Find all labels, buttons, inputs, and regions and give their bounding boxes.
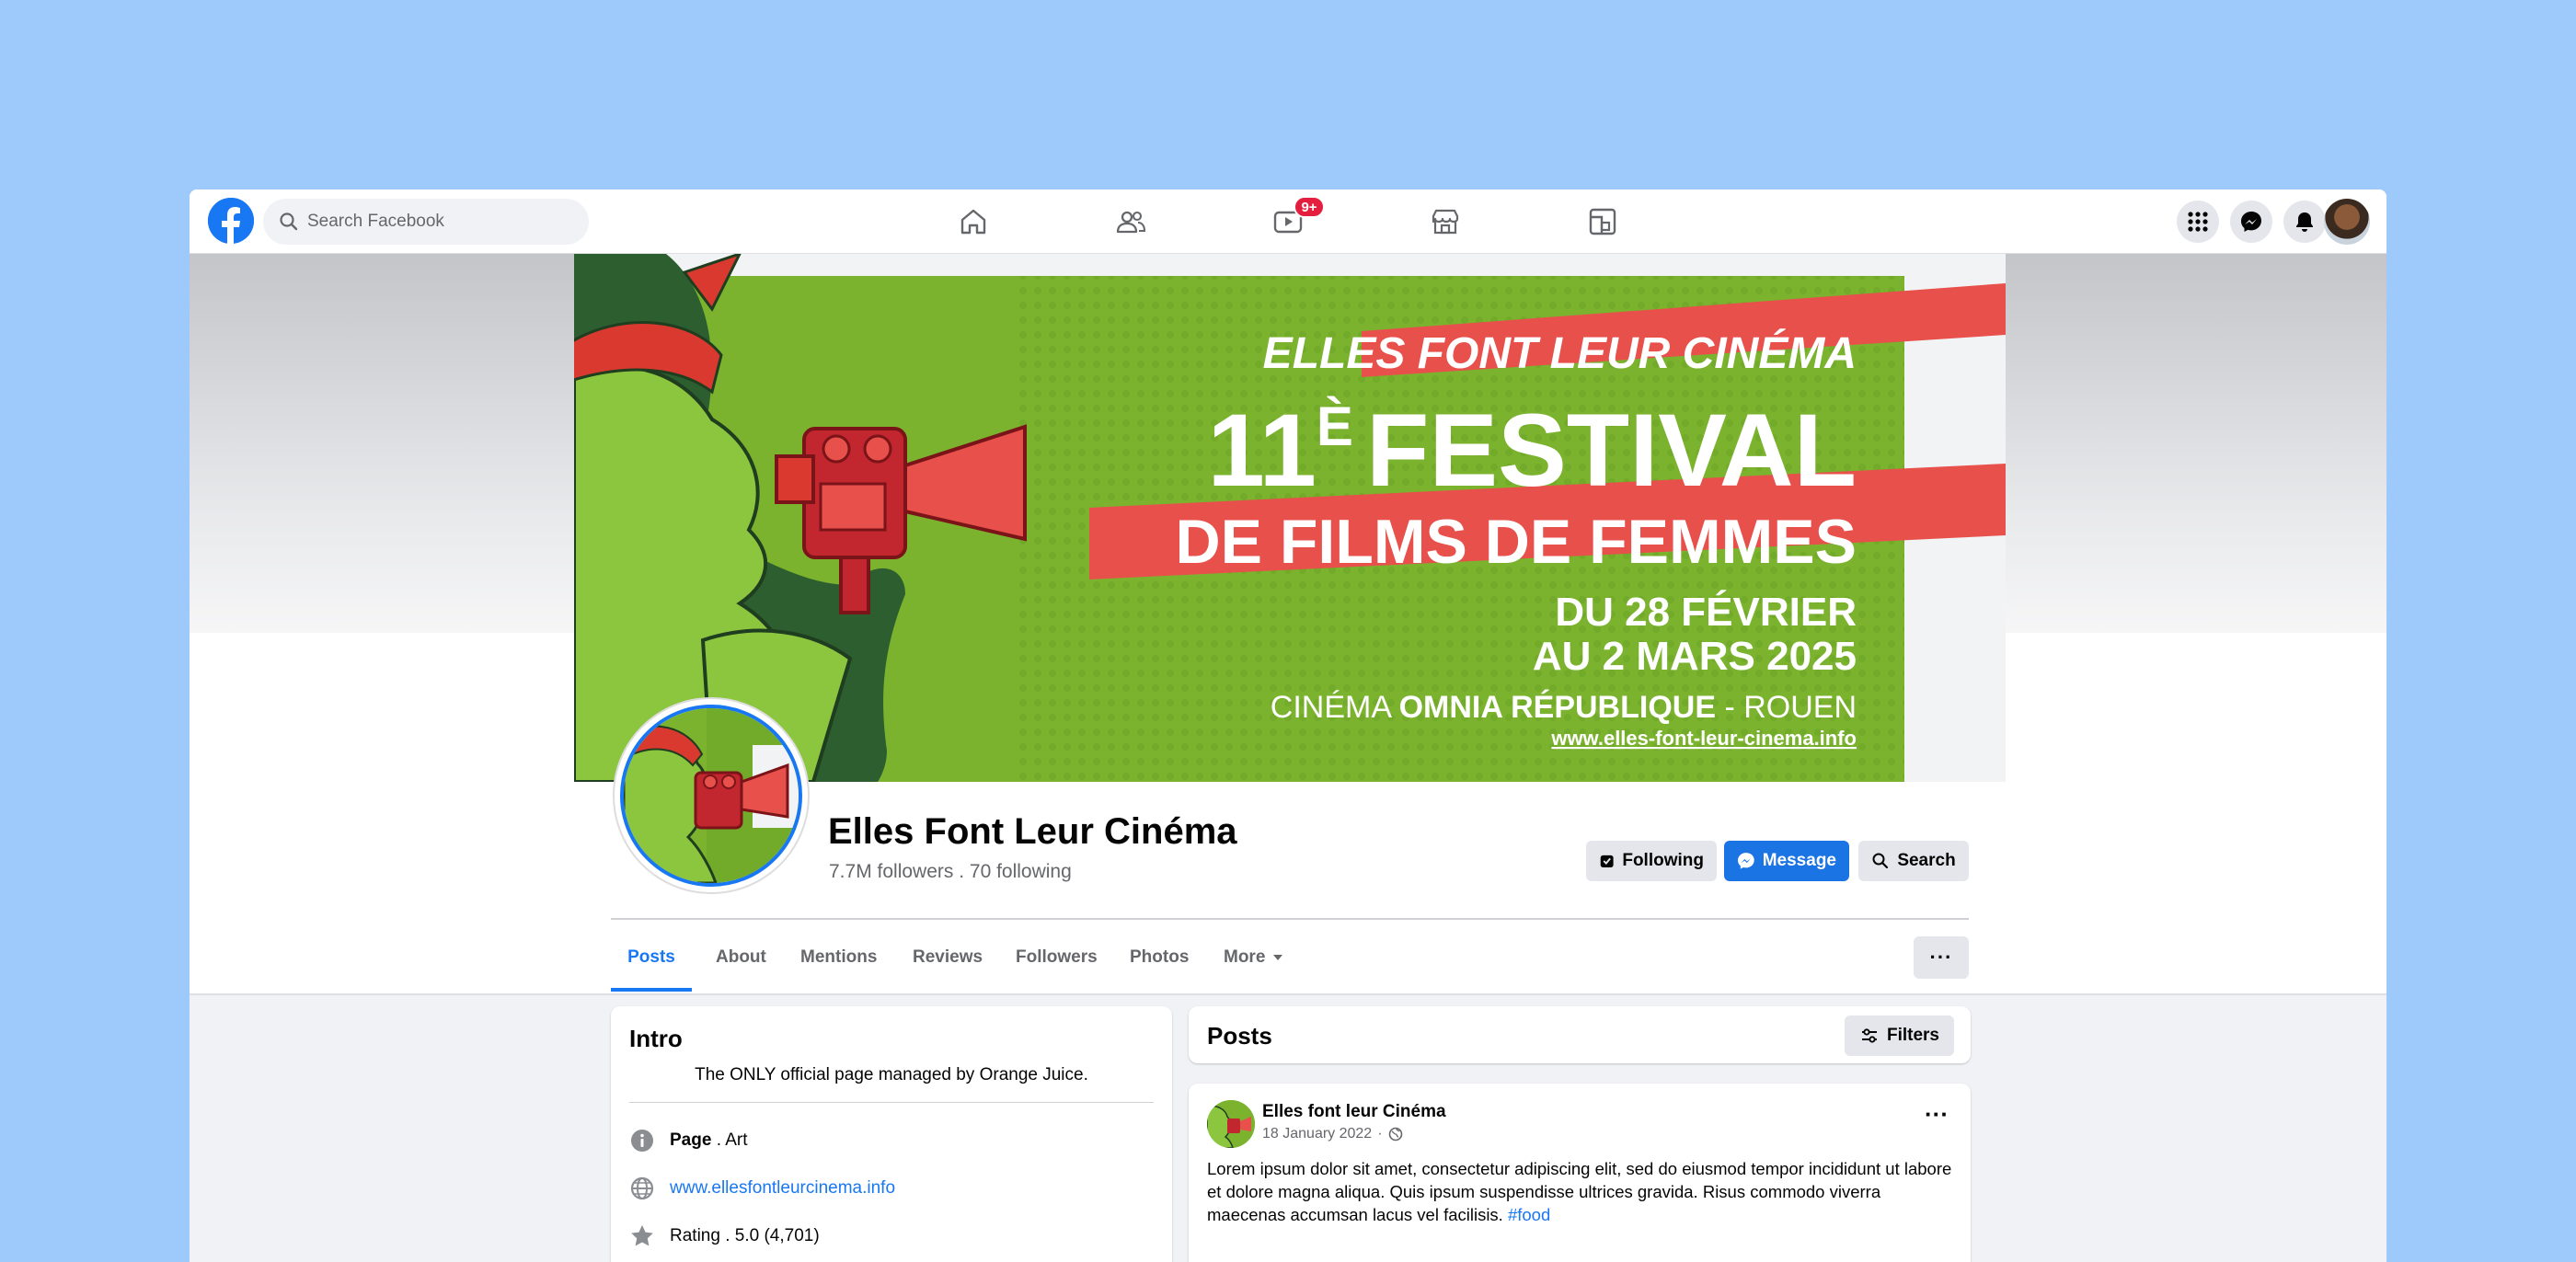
- posts-header-card: Posts Filters: [1189, 1006, 1971, 1063]
- following-label: Following: [1622, 851, 1704, 870]
- search-icon: [280, 212, 298, 231]
- post-author-name[interactable]: Elles font leur Cinéma: [1262, 1102, 1446, 1122]
- post-meta-separator: ·: [1377, 1126, 1383, 1142]
- tab-mentions[interactable]: Mentions: [800, 924, 877, 992]
- following-check-icon: [1600, 855, 1614, 867]
- intro-category-rest: . Art: [711, 1130, 748, 1150]
- intro-category-bold: Page: [670, 1130, 712, 1150]
- tab-more-label: More: [1224, 947, 1266, 967]
- cover-dates-line2: AU 2 MARS 2025: [1533, 634, 1857, 679]
- page-search-button[interactable]: Search: [1858, 841, 1969, 881]
- intro-rating-row: Rating . 5.0 (4,701): [629, 1223, 820, 1249]
- cover-festival-word: FESTIVAL: [1366, 393, 1857, 508]
- tab-reviews[interactable]: Reviews: [913, 924, 983, 992]
- filters-button[interactable]: Filters: [1844, 1015, 1954, 1056]
- intro-website-row: www.ellesfontleurcinema.info: [629, 1176, 895, 1201]
- cover-url: www.elles-font-leur-cinema.info: [1550, 727, 1857, 750]
- intro-bio: The ONLY official page managed by Orange…: [695, 1065, 1088, 1084]
- search-bar[interactable]: [263, 199, 589, 245]
- cover-venue-suffix: - ROUEN: [1716, 690, 1857, 725]
- watch-notification-badge: 9+: [1294, 196, 1325, 218]
- menu-grid-icon[interactable]: [2177, 201, 2219, 243]
- tab-photos[interactable]: Photos: [1130, 924, 1189, 992]
- following-button[interactable]: Following: [1586, 841, 1717, 881]
- cover-headline-top: ELLES FONT LEUR CINÉMA: [1263, 328, 1857, 378]
- notifications-icon[interactable]: [2283, 201, 2326, 243]
- public-globe-icon: [1388, 1127, 1402, 1142]
- page-more-options-button[interactable]: ···: [1914, 936, 1969, 979]
- followers-count[interactable]: 7.7M followers . 70 following: [829, 861, 1072, 883]
- search-input[interactable]: [305, 211, 567, 233]
- tab-about[interactable]: About: [716, 924, 766, 992]
- intro-website-link[interactable]: www.ellesfontleurcinema.info: [670, 1178, 895, 1199]
- cover-photo[interactable]: ELLES FONT LEUR CINÉMA 11È FESTIVAL DE FI…: [574, 254, 2006, 782]
- search-small-icon: [1872, 853, 1889, 869]
- cover-dates-line1: DU 28 FÉVRIER: [1555, 589, 1857, 635]
- info-icon: [631, 1130, 653, 1152]
- intro-rating: Rating . 5.0 (4,701): [670, 1226, 820, 1245]
- intro-divider: [629, 1102, 1154, 1103]
- header-bottom-border: [190, 993, 2386, 995]
- post-options-button[interactable]: ···: [1925, 1100, 1949, 1129]
- home-icon[interactable]: [957, 205, 990, 238]
- message-label: Message: [1762, 851, 1836, 870]
- header-divider: [611, 918, 1969, 920]
- caret-down-icon: [1273, 955, 1283, 960]
- post-date[interactable]: 18 January 2022: [1262, 1126, 1372, 1142]
- post-author-avatar[interactable]: [1207, 1100, 1255, 1148]
- post-meta: 18 January 2022 ·: [1262, 1126, 1403, 1142]
- messenger-small-icon: [1737, 853, 1754, 869]
- marketplace-icon[interactable]: [1429, 205, 1462, 238]
- filters-icon: [1861, 1028, 1877, 1043]
- friends-icon[interactable]: [1114, 205, 1147, 238]
- account-avatar[interactable]: [2324, 199, 2370, 245]
- cover-venue-bold: OMNIA RÉPUBLIQUE: [1399, 690, 1716, 725]
- tab-followers[interactable]: Followers: [1016, 924, 1098, 992]
- cover-venue-prefix: CINÉMA: [1271, 690, 1399, 725]
- profile-picture[interactable]: [615, 699, 808, 892]
- filters-label: Filters: [1886, 1026, 1939, 1045]
- page-header: ELLES FONT LEUR CINÉMA 11È FESTIVAL DE FI…: [190, 254, 2386, 993]
- gaming-icon[interactable]: [1586, 205, 1619, 238]
- intro-category-row: Page . Art: [629, 1128, 748, 1153]
- search-label: Search: [1897, 851, 1956, 870]
- post-hashtag[interactable]: #food: [1508, 1205, 1550, 1224]
- intro-card: Intro The ONLY official page managed by …: [611, 1006, 1172, 1262]
- cover-festival-number-sup: È: [1317, 396, 1353, 457]
- posts-title: Posts: [1207, 1022, 1272, 1050]
- cover-subtitle: DE FILMS DE FEMMES: [1176, 507, 1857, 577]
- cover-venue: CINÉMA OMNIA RÉPUBLIQUE - ROUEN: [1271, 690, 1857, 725]
- post-text: Lorem ipsum dolor sit amet, consectetur …: [1207, 1159, 1952, 1224]
- post-body: Lorem ipsum dolor sit amet, consectetur …: [1207, 1157, 1952, 1226]
- facebook-window: 9+: [190, 189, 2386, 1262]
- cover-festival-number: 11: [1208, 393, 1317, 508]
- page-title: Elles Font Leur Cinéma: [828, 811, 1237, 852]
- intro-title: Intro: [629, 1025, 683, 1052]
- message-button[interactable]: Message: [1724, 841, 1849, 881]
- tab-posts[interactable]: Posts: [611, 924, 692, 992]
- facebook-logo-icon[interactable]: [208, 198, 254, 244]
- cover-festival-title: 11È FESTIVAL: [1208, 393, 1857, 508]
- star-icon: [631, 1225, 653, 1246]
- post-card: Elles font leur Cinéma 18 January 2022 ·…: [1189, 1084, 1971, 1262]
- top-navigation-bar: 9+: [190, 189, 2386, 254]
- globe-icon: [630, 1176, 654, 1200]
- messenger-icon[interactable]: [2230, 201, 2272, 243]
- tab-more[interactable]: More: [1224, 924, 1283, 992]
